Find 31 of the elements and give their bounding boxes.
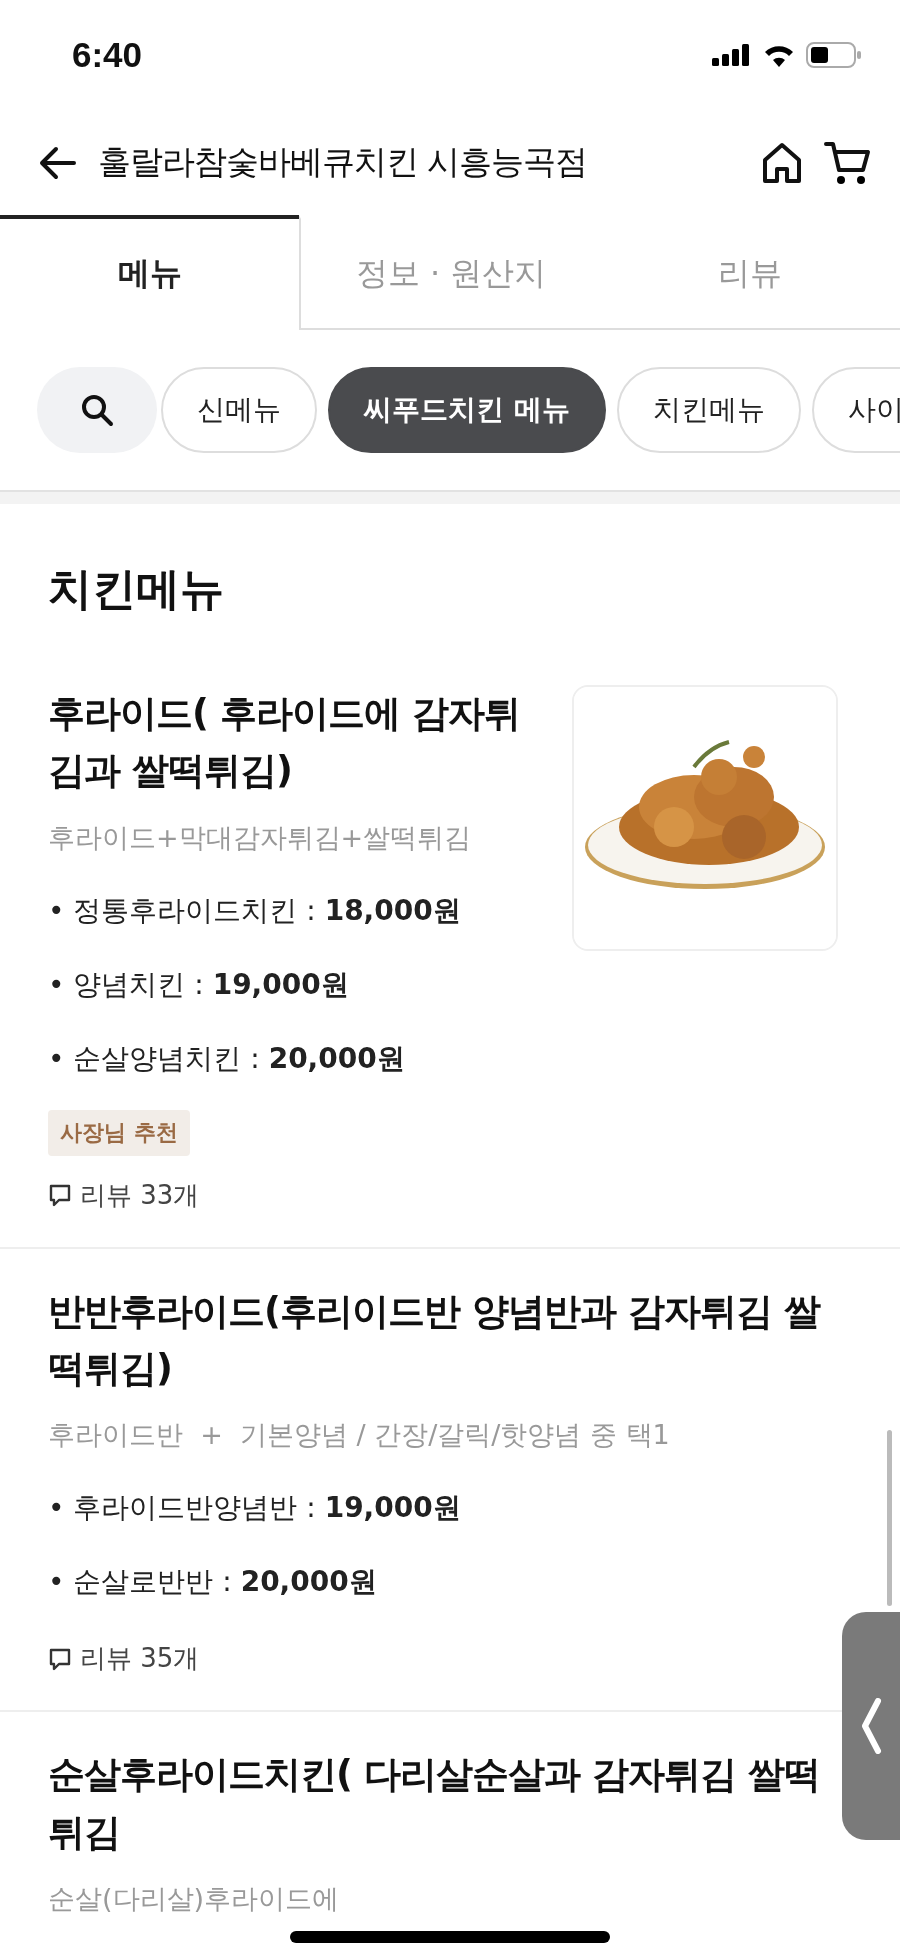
chevron-left-icon <box>860 1698 882 1754</box>
menu-item-description: 후라이드+막대감자튀김+쌀떡튀김 <box>48 820 472 855</box>
category-chip[interactable]: 사이 <box>811 367 900 453</box>
menu-item-description: 후라이드반 + 기본양념 / 간장/갈릭/핫양념 중 택1 <box>48 1418 670 1453</box>
section-title: 치킨메뉴 <box>48 562 225 616</box>
menu-item-description: 순살(다리살)후라이드에 <box>48 1882 340 1917</box>
battery-icon <box>806 42 862 68</box>
price-option: • 정통후라이드치킨 : 18,000원 <box>48 873 461 948</box>
signal-icon <box>712 44 752 66</box>
menu-item-title[interactable]: 반반후라이드(후리이드반 양념반과 감자튀김 쌀떡튀김) <box>48 1282 838 1398</box>
price-option: • 양념치킨 : 19,000원 <box>48 947 349 1022</box>
category-chip[interactable]: 치킨메뉴 <box>616 367 801 453</box>
scroll-bar[interactable] <box>887 1430 892 1606</box>
price-option: • 후라이드반양념반 : 19,000원 <box>48 1471 461 1546</box>
comment-icon <box>48 1646 72 1671</box>
price-option: • 순살양념치킨 : 20,000원 <box>48 1021 405 1096</box>
menu-item-title[interactable]: 후라이드( 후라이드에 감자튀김과 쌀떡튀김) <box>48 685 542 800</box>
review-count[interactable]: 리뷰 35개 <box>80 1641 200 1677</box>
search-icon <box>80 393 114 427</box>
review-count[interactable]: 리뷰 33개 <box>80 1177 200 1213</box>
recommend-tag: 사장님 추천 <box>48 1109 190 1156</box>
price-option: • 순살로반반 : 20,000원 <box>48 1545 377 1620</box>
side-drawer-handle[interactable] <box>842 1612 900 1840</box>
status-time: 6:40 <box>72 35 143 75</box>
store-title: 훌랄라참숯바베큐치킨 시흥능곡점 <box>98 141 589 183</box>
category-chip[interactable]: 신메뉴 <box>161 367 317 453</box>
home-icon[interactable] <box>760 140 804 185</box>
comment-icon <box>48 1183 72 1208</box>
menu-item-title[interactable]: 순살후라이드치킨( 다리살순살과 감자튀김 쌀떡튀김 <box>48 1746 838 1862</box>
category-chip[interactable]: 씨푸드치킨 메뉴 <box>328 367 606 453</box>
cart-icon[interactable] <box>824 139 872 186</box>
